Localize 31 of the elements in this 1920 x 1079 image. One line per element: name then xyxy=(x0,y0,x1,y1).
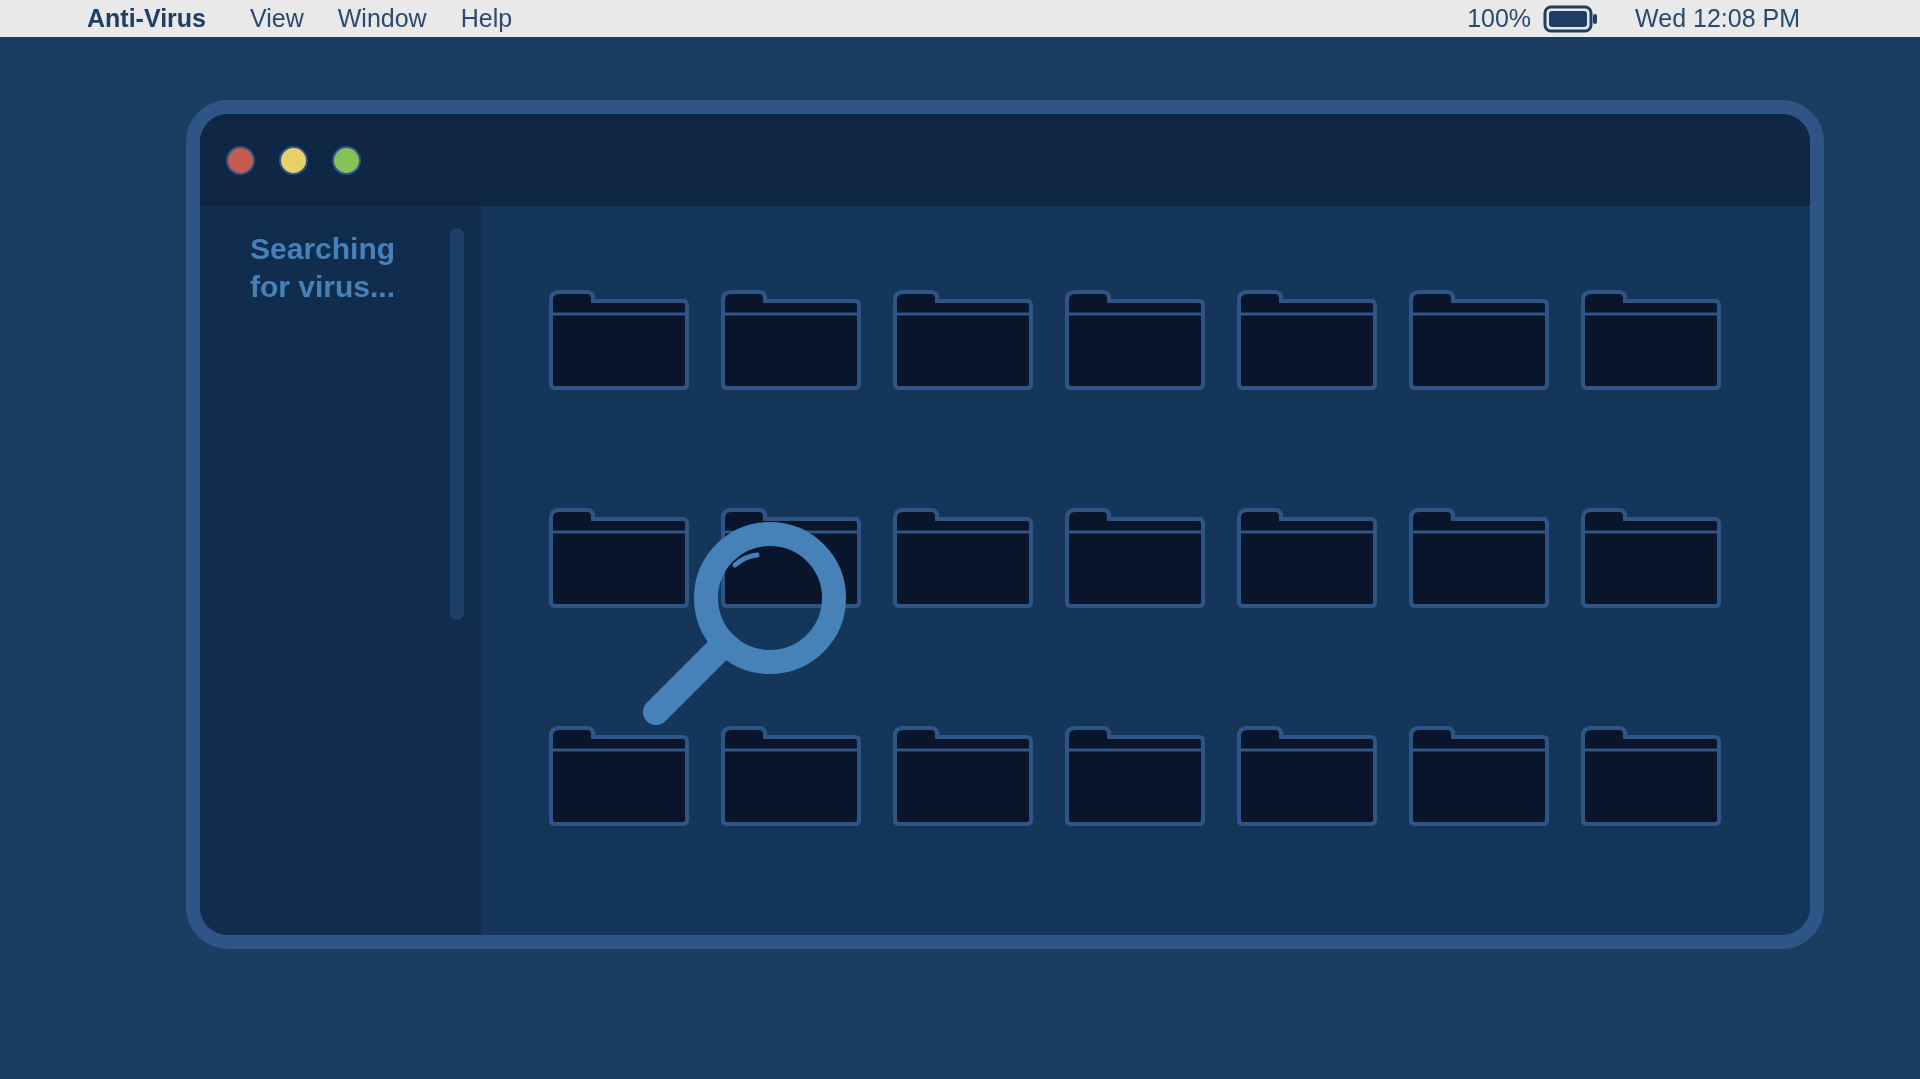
folder-icon[interactable] xyxy=(891,288,1035,392)
menu-item[interactable]: Window xyxy=(337,4,427,33)
folder-icon[interactable] xyxy=(1407,506,1551,610)
folder-icon[interactable] xyxy=(891,724,1035,828)
folder-icon[interactable] xyxy=(547,506,691,610)
folder-icon[interactable] xyxy=(547,724,691,828)
battery-icon[interactable] xyxy=(1543,4,1600,33)
battery-percentage: 100% xyxy=(1467,4,1532,33)
app-menu[interactable]: Anti-Virus xyxy=(87,4,206,33)
status-text: Searching for virus... xyxy=(250,231,397,305)
folder-icon[interactable] xyxy=(1579,724,1723,828)
folder-icon[interactable] xyxy=(1063,288,1207,392)
clock: Wed 12:08 PM xyxy=(1635,4,1800,33)
folder-icon[interactable] xyxy=(1579,288,1723,392)
folder-icon[interactable] xyxy=(1579,506,1723,610)
window-control[interactable] xyxy=(279,145,308,175)
folder-icon[interactable] xyxy=(891,506,1035,610)
folder-icon[interactable] xyxy=(1235,506,1379,610)
scrollbar[interactable] xyxy=(450,228,464,620)
folder-icon[interactable] xyxy=(1407,724,1551,828)
folder-icon[interactable] xyxy=(1063,724,1207,828)
folder-icon[interactable] xyxy=(1063,506,1207,610)
folder-icon[interactable] xyxy=(1235,288,1379,392)
menu-item[interactable]: Help xyxy=(460,4,513,33)
menu-item[interactable]: View xyxy=(250,4,304,33)
folder-icon[interactable] xyxy=(719,724,863,828)
folder-icon[interactable] xyxy=(1235,724,1379,828)
window-control[interactable] xyxy=(332,145,361,175)
folder-icon[interactable] xyxy=(547,288,691,392)
folder-icon[interactable] xyxy=(719,288,863,392)
folder-icon[interactable] xyxy=(1407,288,1551,392)
